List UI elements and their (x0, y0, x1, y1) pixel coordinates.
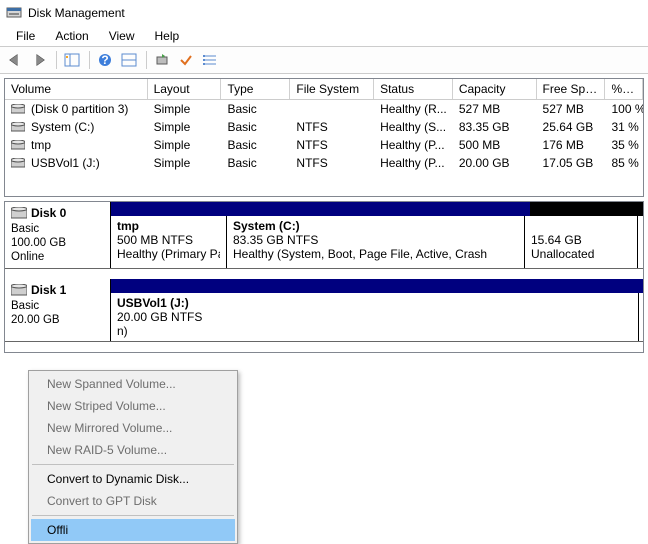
menu-new-raid5[interactable]: New RAID-5 Volume... (31, 439, 235, 461)
menu-convert-dynamic[interactable]: Convert to Dynamic Disk... (31, 468, 235, 490)
svg-text:?: ? (101, 53, 108, 67)
volume-header: Volume Layout Type File System Status Ca… (5, 79, 643, 100)
disk-info[interactable]: Disk 1Basic20.00 GB (5, 279, 111, 341)
col-capacity[interactable]: Capacity (453, 79, 537, 99)
disk-management-icon (6, 5, 22, 21)
disk-map: Disk 0Basic100.00 GBOnlinetmp500 MB NTFS… (4, 201, 644, 353)
refresh-button[interactable] (151, 49, 173, 71)
col-layout[interactable]: Layout (148, 79, 222, 99)
menu-help[interactable]: Help (145, 28, 190, 44)
partition[interactable]: USBVol1 (J:)20.00 GB NTFSn) (111, 293, 639, 341)
partition[interactable]: tmp500 MB NTFSHealthy (Primary Partitio (111, 216, 227, 268)
menu-file[interactable]: File (6, 28, 45, 44)
menu-new-striped[interactable]: New Striped Volume... (31, 395, 235, 417)
menu-new-mirrored[interactable]: New Mirrored Volume... (31, 417, 235, 439)
table-row[interactable]: USBVol1 (J:)SimpleBasicNTFSHealthy (P...… (5, 154, 643, 172)
show-hide-console-tree-button[interactable] (61, 49, 83, 71)
apply-button[interactable] (175, 49, 197, 71)
menu-offline[interactable]: Offli (31, 519, 235, 541)
list-view-button[interactable] (199, 49, 221, 71)
settings-top-bottom-button[interactable] (118, 49, 140, 71)
table-row[interactable]: tmpSimpleBasicNTFSHealthy (P...500 MB176… (5, 136, 643, 154)
partition[interactable]: 15.64 GBUnallocated (525, 216, 638, 268)
menu-view[interactable]: View (99, 28, 145, 44)
help-button[interactable]: ? (94, 49, 116, 71)
col-status[interactable]: Status (374, 79, 453, 99)
col-type[interactable]: Type (221, 79, 290, 99)
disk-info[interactable]: Disk 0Basic100.00 GBOnline (5, 202, 111, 268)
disk-row: Disk 0Basic100.00 GBOnlinetmp500 MB NTFS… (5, 202, 643, 269)
menu-new-spanned[interactable]: New Spanned Volume... (31, 373, 235, 395)
partition[interactable]: System (C:)83.35 GB NTFSHealthy (System,… (227, 216, 525, 268)
menubar: File Action View Help (0, 26, 648, 46)
disk-row: Disk 1Basic20.00 GBUSBVol1 (J:)20.00 GB … (5, 279, 643, 342)
window-title: Disk Management (28, 6, 125, 20)
menu-convert-gpt[interactable]: Convert to GPT Disk (31, 490, 235, 512)
col-free[interactable]: Free Spa... (537, 79, 606, 99)
toolbar: ? (0, 46, 648, 74)
table-row[interactable]: (Disk 0 partition 3)SimpleBasicHealthy (… (5, 100, 643, 118)
col-volume[interactable]: Volume (5, 79, 148, 99)
col-filesystem[interactable]: File System (290, 79, 374, 99)
back-button[interactable] (4, 49, 26, 71)
context-menu: New Spanned Volume... New Striped Volume… (28, 370, 238, 544)
titlebar: Disk Management (0, 0, 648, 26)
col-pctfree[interactable]: % Free (605, 79, 643, 99)
forward-button[interactable] (28, 49, 50, 71)
volume-list: Volume Layout Type File System Status Ca… (4, 78, 644, 197)
menu-action[interactable]: Action (45, 28, 98, 44)
table-row[interactable]: System (C:)SimpleBasicNTFSHealthy (S...8… (5, 118, 643, 136)
